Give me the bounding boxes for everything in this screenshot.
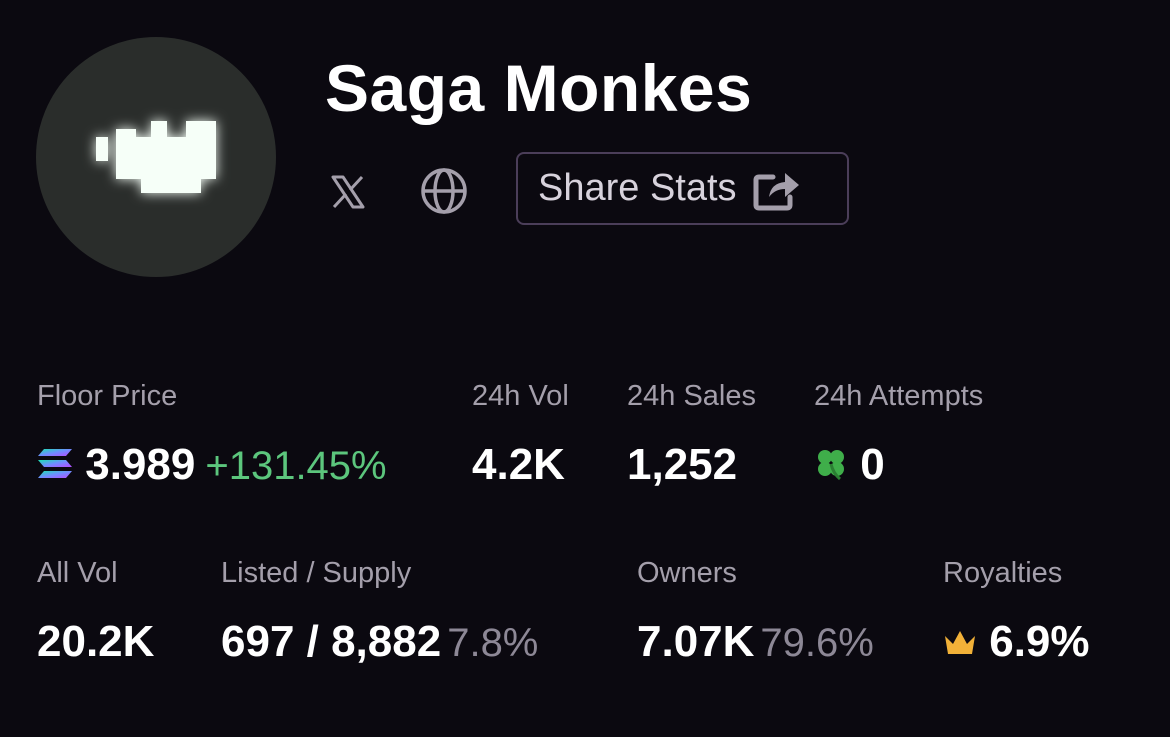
collection-avatar [36, 37, 276, 277]
sales-24h-label: 24h Sales [627, 380, 756, 412]
crown-icon [943, 619, 977, 669]
attempts-24h-label: 24h Attempts [814, 380, 984, 412]
owners-percent: 79.6% [760, 621, 874, 665]
share-stats-label: Share Stats [538, 167, 737, 209]
listed-supply-value-group: 697 / 8,882 7.8% [221, 617, 538, 667]
vol-24h-label: 24h Vol [472, 380, 569, 412]
owners-value: 7.07K [637, 617, 755, 666]
x-logo-icon[interactable] [330, 174, 366, 210]
all-vol-label: All Vol [37, 557, 118, 589]
sales-24h-value: 1,252 [627, 440, 738, 489]
four-leaf-clover-icon [814, 442, 848, 492]
royalties-value: 6.9% [989, 617, 1090, 666]
floor-price-value: 3.989 [85, 440, 196, 489]
royalties-value-group: 6.9% [943, 617, 1090, 669]
globe-icon[interactable] [419, 166, 469, 216]
collection-title: Saga Monkes [325, 51, 753, 125]
attempts-24h-value: 0 [860, 440, 885, 489]
listed-supply-value: 697 / 8,882 [221, 617, 442, 666]
listed-supply-label: Listed / Supply [221, 557, 412, 589]
owners-value-group: 7.07K 79.6% [637, 617, 874, 667]
owners-label: Owners [637, 557, 737, 589]
share-icon [753, 167, 801, 211]
collection-header: Saga Monkes Share Stats Floor Price 24h … [0, 0, 1170, 737]
attempts-24h-value-group: 0 [814, 440, 885, 492]
pixel-monkey-icon [96, 121, 216, 193]
listed-percent: 7.8% [447, 621, 539, 665]
floor-price-value-group: 3.989 +131.45% [37, 440, 387, 492]
royalties-label: Royalties [943, 557, 1063, 589]
vol-24h-value: 4.2K [472, 440, 565, 489]
floor-price-label: Floor Price [37, 380, 178, 412]
all-vol-value: 20.2K [37, 617, 155, 666]
floor-price-change: +131.45% [205, 444, 387, 488]
solana-icon [37, 442, 73, 492]
share-stats-button[interactable]: Share Stats [516, 152, 849, 225]
